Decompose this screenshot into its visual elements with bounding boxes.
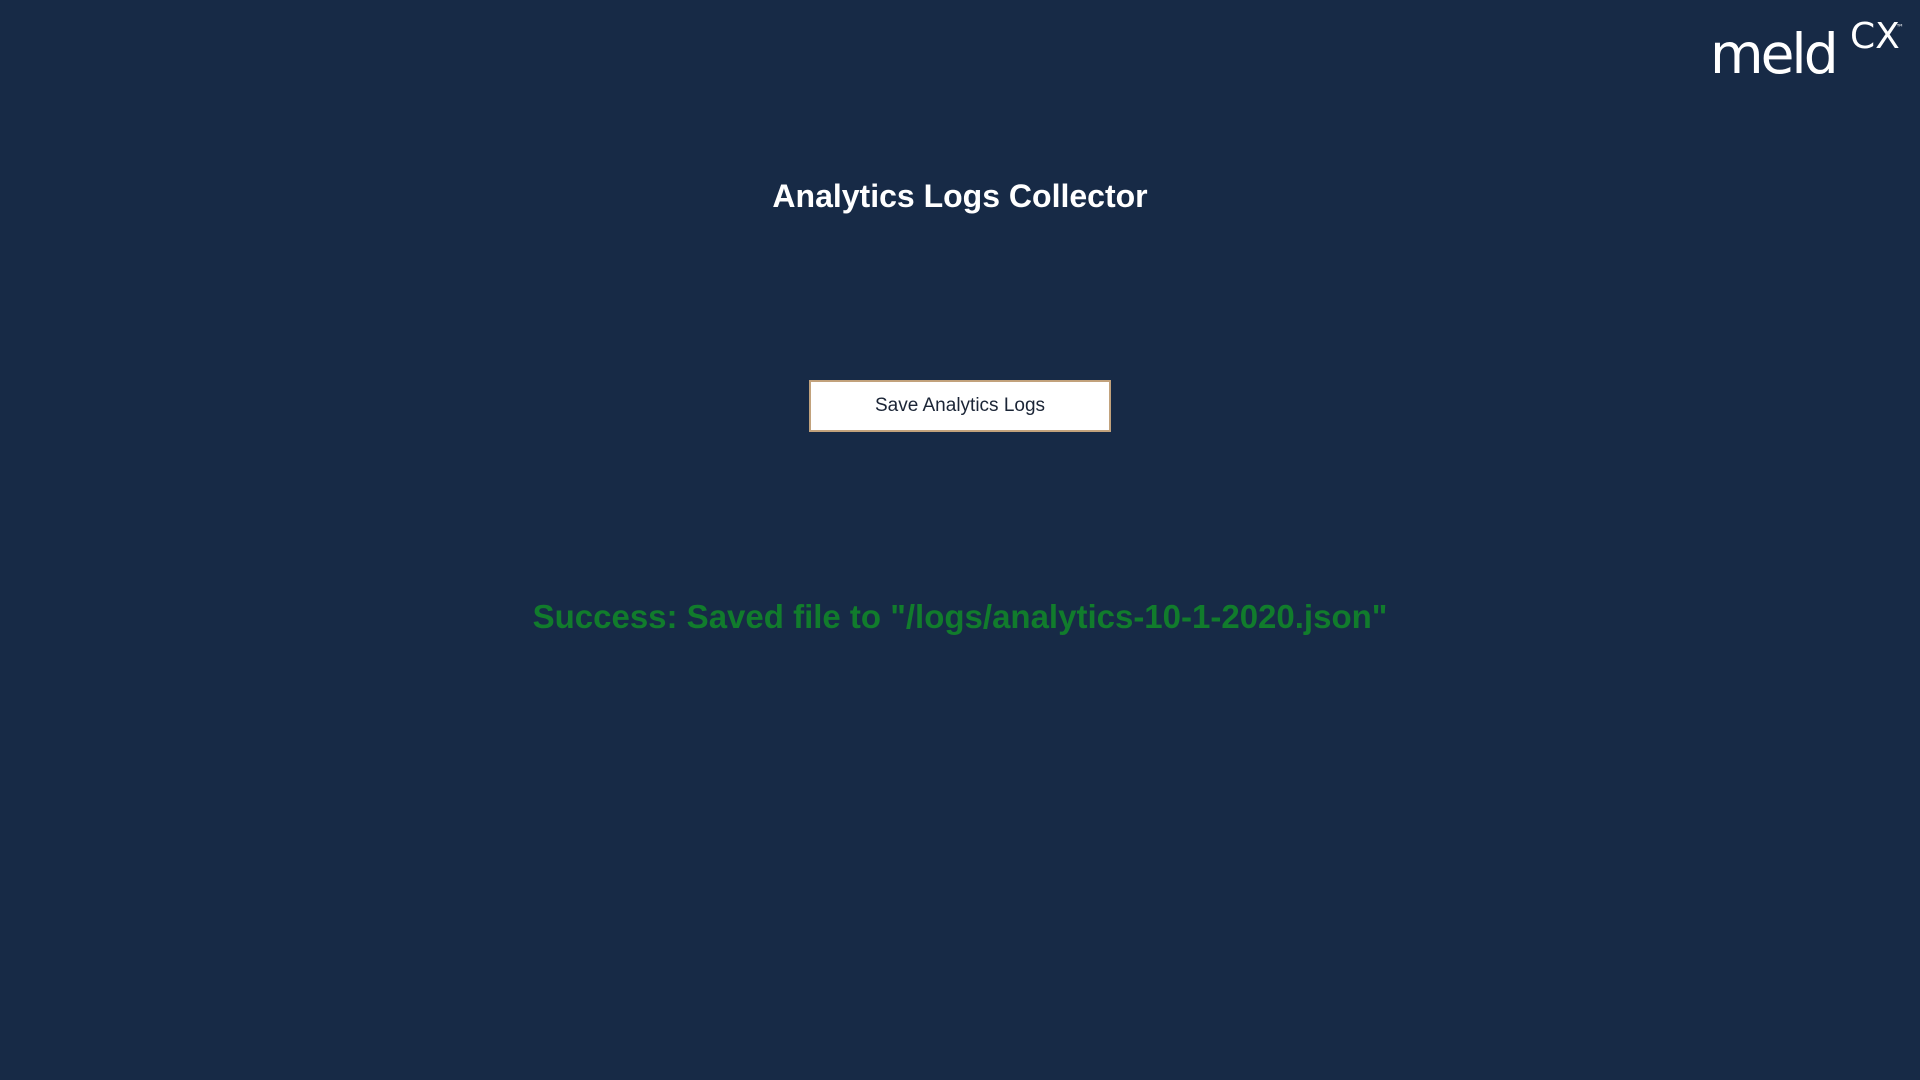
meldcx-logo: meld CX ™	[1710, 16, 1910, 85]
logo-cx-mark: CX	[1850, 16, 1900, 57]
save-analytics-logs-button[interactable]: Save Analytics Logs	[809, 380, 1111, 432]
logo-trademark: ™	[1896, 23, 1904, 32]
logo-wordmark: meld	[1710, 22, 1839, 86]
success-message: Success: Saved file to "/logs/analytics-…	[532, 598, 1388, 635]
page-title: Analytics Logs Collector	[772, 178, 1148, 214]
